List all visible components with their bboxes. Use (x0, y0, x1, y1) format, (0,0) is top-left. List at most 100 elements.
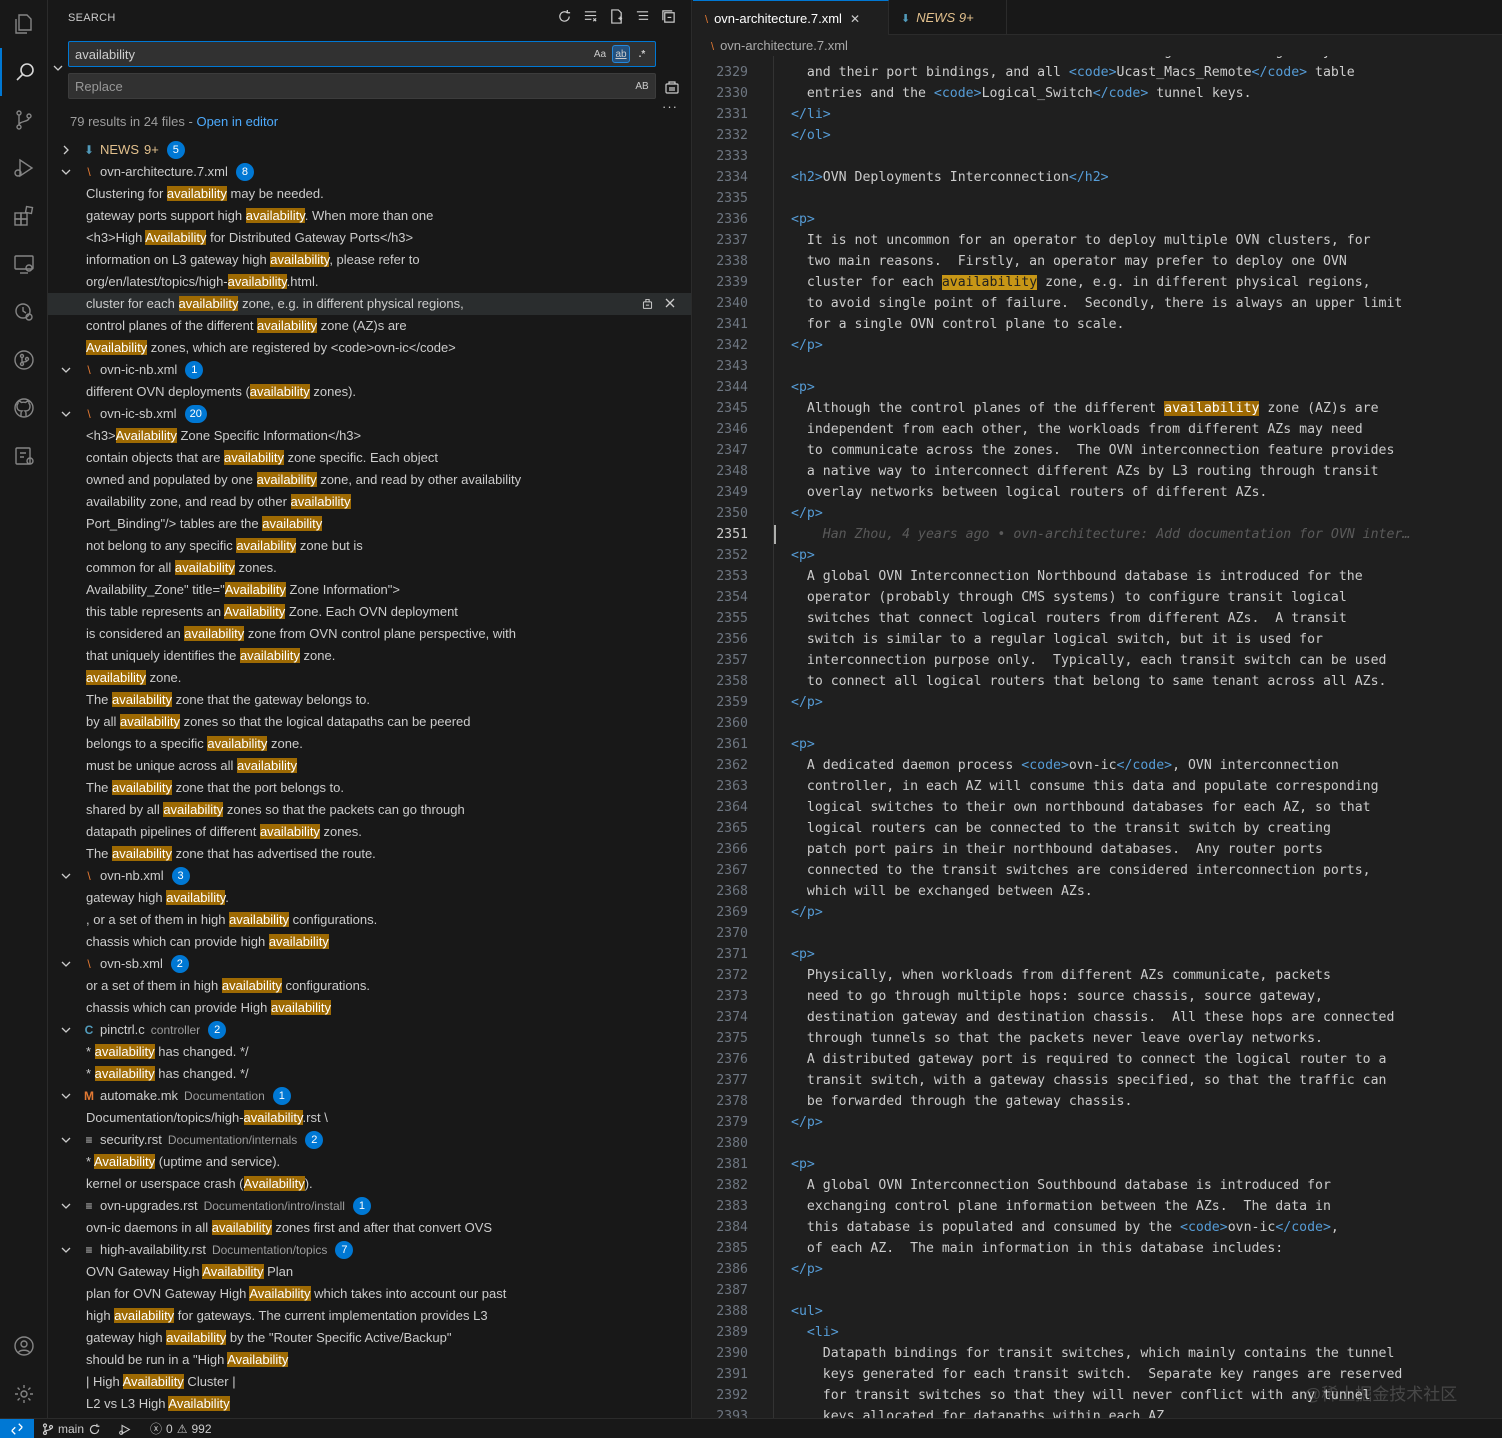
chevron-down-icon[interactable] (60, 870, 72, 882)
use-regex-toggle[interactable]: .* (633, 45, 651, 63)
result-file-row[interactable]: \ ovn-sb.xml 2 (48, 953, 691, 975)
result-match-row[interactable]: | High Availability Cluster | (48, 1371, 691, 1393)
remote-explorer-icon[interactable] (0, 240, 48, 288)
code-line[interactable]: 2380 (693, 1133, 1502, 1154)
clear-results-icon[interactable] (582, 8, 599, 25)
code-line[interactable]: 2386 </p> (693, 1259, 1502, 1280)
result-match-row[interactable]: information on L3 gateway high availabil… (48, 249, 691, 271)
code-line[interactable]: 2375 through tunnels so that the packets… (693, 1028, 1502, 1049)
chevron-right-icon[interactable] (60, 144, 72, 156)
result-match-row[interactable]: OVN Gateway High Availability Plan (48, 1261, 691, 1283)
result-match-row[interactable]: chassis which can provide High availabil… (48, 997, 691, 1019)
source-control-icon[interactable] (0, 96, 48, 144)
code-line[interactable]: 2341 for a single OVN control plane to s… (693, 314, 1502, 335)
result-match-row[interactable]: The availability zone that the gateway b… (48, 689, 691, 711)
preserve-case-toggle[interactable]: AB (633, 77, 651, 95)
result-match-row[interactable]: The availability zone that has advertise… (48, 843, 691, 865)
code-line[interactable]: 2365 logical routers can be connected to… (693, 818, 1502, 839)
result-match-row[interactable]: datapath pipelines of different availabi… (48, 821, 691, 843)
result-match-row[interactable]: kernel or userspace crash (Availability)… (48, 1173, 691, 1195)
code-line[interactable]: 2377 transit switch, with a gateway chas… (693, 1070, 1502, 1091)
code-line[interactable]: 2362 A dedicated daemon process <code>ov… (693, 755, 1502, 776)
chevron-down-icon[interactable] (60, 364, 72, 376)
result-match-row[interactable]: this table represents an Availability Zo… (48, 601, 691, 623)
code-line[interactable]: 2387 (693, 1280, 1502, 1301)
code-line[interactable]: 2393 keys allocated for datapaths within… (693, 1406, 1502, 1418)
new-search-editor-icon[interactable] (608, 8, 625, 25)
collapse-all-icon[interactable] (660, 8, 677, 25)
code-line[interactable]: 2388 <ul> (693, 1301, 1502, 1322)
match-case-toggle[interactable]: Aa (591, 45, 609, 63)
result-match-row[interactable]: should be run in a "High Availability (48, 1349, 691, 1371)
chevron-down-icon[interactable] (60, 1024, 72, 1036)
code-line[interactable]: 2351 Han Zhou, 4 years ago • ovn-archite… (693, 524, 1502, 545)
result-match-row[interactable]: shared by all availability zones so that… (48, 799, 691, 821)
code-line[interactable]: 2346 independent from each other, the wo… (693, 419, 1502, 440)
code-line[interactable]: 2378 be forwarded through the gateway ch… (693, 1091, 1502, 1112)
code-line[interactable]: 2382 A global OVN Interconnection Southb… (693, 1175, 1502, 1196)
result-match-row[interactable]: <h3>Availability Zone Specific Informati… (48, 425, 691, 447)
result-file-row[interactable]: Mautomake.mk Documentation 1 (48, 1085, 691, 1107)
breadcrumb[interactable]: \ ovn-architecture.7.xml (711, 37, 848, 55)
github-icon[interactable] (0, 384, 48, 432)
result-match-row[interactable]: control planes of the different availabi… (48, 315, 691, 337)
result-match-row[interactable]: different OVN deployments (availability … (48, 381, 691, 403)
code-line[interactable]: 2347 to communicate across the zones. Th… (693, 440, 1502, 461)
code-line[interactable]: 2339 cluster for each availability zone,… (693, 272, 1502, 293)
result-match-row[interactable]: that uniquely identifies the availabilit… (48, 645, 691, 667)
chevron-down-icon[interactable] (60, 166, 72, 178)
code-line[interactable]: 2366 patch port pairs in their northboun… (693, 839, 1502, 860)
code-line[interactable]: 2330 entries and the <code>Logical_Switc… (693, 83, 1502, 104)
result-match-row[interactable]: owned and populated by one availability … (48, 469, 691, 491)
extensions-icon[interactable] (0, 192, 48, 240)
tab-ovn-architecture[interactable]: \ ovn-architecture.7.xml ✕ (693, 0, 889, 35)
code-line[interactable]: 2355 switches that connect logical route… (693, 608, 1502, 629)
result-file-row[interactable]: ⬇ NEWS 9+ 5 (48, 139, 691, 161)
result-match-row[interactable]: gateway high availability. (48, 887, 691, 909)
result-match-row[interactable]: gateway high availability by the "Router… (48, 1327, 691, 1349)
code-line[interactable]: 2332 </ol> (693, 125, 1502, 146)
git-graph-icon[interactable] (0, 336, 48, 384)
code-line[interactable]: 2356 switch is similar to a regular logi… (693, 629, 1502, 650)
result-match-row[interactable]: chassis which can provide high availabil… (48, 931, 691, 953)
toggle-replace-chevron-icon[interactable] (52, 62, 64, 74)
result-file-row[interactable]: \ ovn-nb.xml 3 (48, 865, 691, 887)
replace-input[interactable]: Replace AB (68, 73, 656, 99)
explorer-icon[interactable] (0, 0, 48, 48)
chevron-down-icon[interactable] (60, 1134, 72, 1146)
result-file-row[interactable]: \ ovn-architecture.7.xml 8 (48, 161, 691, 183)
run-debug-icon[interactable] (0, 144, 48, 192)
code-line[interactable]: 2343 (693, 356, 1502, 377)
result-match-row[interactable]: gateway ports support high availability.… (48, 205, 691, 227)
result-match-row[interactable]: L2 vs L3 High Availability (48, 1393, 691, 1415)
replace-all-icon[interactable] (664, 79, 680, 95)
code-line[interactable]: 2379 </p> (693, 1112, 1502, 1133)
code-line[interactable]: 2367 connected to the transit switches a… (693, 860, 1502, 881)
result-match-row[interactable]: * Availability (uptime and service). (48, 1151, 691, 1173)
code-line[interactable]: 2369 </p> (693, 902, 1502, 923)
chevron-down-icon[interactable] (60, 958, 72, 970)
view-as-tree-icon[interactable] (634, 8, 651, 25)
code-line[interactable]: 2337 It is not uncommon for an operator … (693, 230, 1502, 251)
code-line[interactable]: 2371 <p> (693, 944, 1502, 965)
code-line[interactable]: 2385 of each AZ. The main information in… (693, 1238, 1502, 1259)
result-file-row[interactable]: \ ovn-ic-sb.xml 20 (48, 403, 691, 425)
match-whole-word-toggle[interactable]: ab (612, 45, 630, 63)
code-line[interactable]: 2342 </p> (693, 335, 1502, 356)
result-match-row[interactable]: ovn-ic daemons in all availability zones… (48, 1217, 691, 1239)
copilot-icon[interactable] (0, 432, 48, 480)
code-line[interactable]: 2374 destination gateway and destination… (693, 1007, 1502, 1028)
result-match-row[interactable]: org/en/latest/topics/high-availability.h… (48, 271, 691, 293)
result-match-row[interactable]: contain objects that are availability zo… (48, 447, 691, 469)
code-line[interactable]: 2338 two main reasons. Firstly, an opera… (693, 251, 1502, 272)
code-line[interactable]: 2384 this database is populated and cons… (693, 1217, 1502, 1238)
tab-news[interactable]: ⬇ NEWS 9+ (889, 0, 1007, 35)
code-line[interactable]: 2352 <p> (693, 545, 1502, 566)
result-match-row[interactable]: * availability has changed. */ (48, 1041, 691, 1063)
result-match-row[interactable]: Documentation/topics/high-availability.r… (48, 1107, 691, 1129)
result-match-row[interactable]: availability zone. (48, 667, 691, 689)
code-line[interactable]: 2368 which will be exchanged between AZs… (693, 881, 1502, 902)
chevron-down-icon[interactable] (60, 408, 72, 420)
debug-status-icon[interactable] (118, 1419, 131, 1438)
search-input[interactable]: availability Aa ab .* (68, 41, 656, 67)
